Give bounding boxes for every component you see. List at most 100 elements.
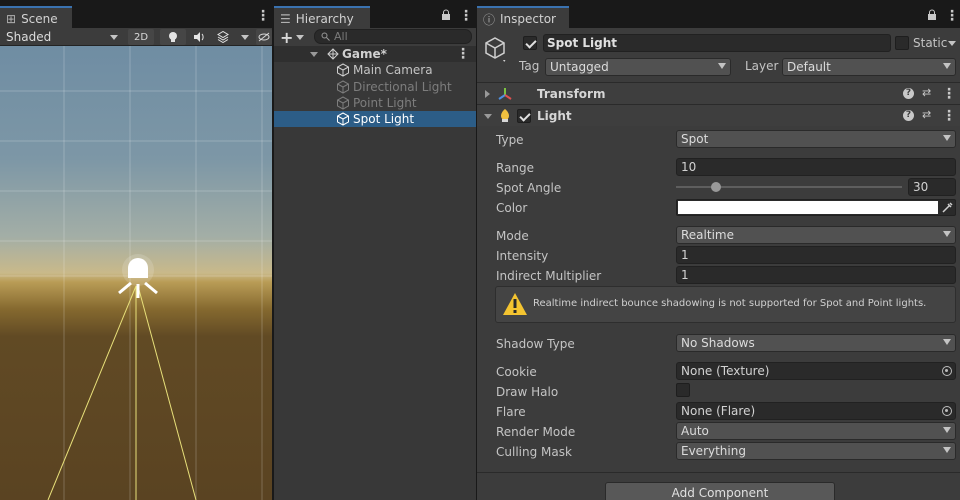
chevron-down-icon[interactable] <box>241 35 249 40</box>
spot-light-cone <box>47 285 197 500</box>
render-mode-label: Render Mode <box>496 425 576 439</box>
tag-label: Tag <box>519 59 540 73</box>
hierarchy-menu-icon[interactable]: ⋮ <box>459 9 473 23</box>
culling-mask-label: Culling Mask <box>496 445 572 459</box>
search-icon <box>321 32 330 41</box>
scene-toolbar: Shaded 2D <box>0 28 272 46</box>
hierarchy-panel: ☰ Hierarchy ⋮ + All Game* ⋮ Main Camera D… <box>274 0 476 500</box>
effects-toggle-button[interactable] <box>212 29 234 45</box>
slider-track <box>676 186 902 188</box>
inspector-menu-icon[interactable]: ⋮ <box>945 9 959 23</box>
render-mode-dropdown[interactable]: Auto <box>676 422 956 440</box>
search-placeholder: All <box>334 30 348 43</box>
shadow-type-value: No Shadows <box>681 336 755 350</box>
gameobject-cube-icon <box>337 112 349 126</box>
static-checkbox[interactable] <box>895 36 909 50</box>
hierarchy-item-label: Directional Light <box>353 80 452 94</box>
shadow-type-label: Shadow Type <box>496 337 575 351</box>
transform-component-header[interactable]: Transform ? ⇄ ⋮ <box>477 82 960 104</box>
hierarchy-search-input[interactable]: All <box>314 29 472 44</box>
lock-icon[interactable] <box>927 9 937 20</box>
presets-icon[interactable]: ⇄ <box>922 86 931 99</box>
object-name-field[interactable]: Spot Light <box>543 34 891 52</box>
chevron-down-icon[interactable] <box>948 41 956 46</box>
flare-object-field[interactable]: None (Flare) <box>676 402 956 420</box>
audio-toggle-button[interactable] <box>188 29 210 45</box>
light-component-header[interactable]: Light ? ⇄ ⋮ <box>477 104 960 126</box>
gameobject-cube-icon[interactable] <box>483 36 507 62</box>
mode-dropdown[interactable]: Realtime <box>676 226 956 244</box>
culling-mask-value: Everything <box>681 444 746 458</box>
object-active-checkbox[interactable] <box>523 36 537 50</box>
object-picker-icon[interactable] <box>942 406 952 416</box>
tag-dropdown[interactable]: Untagged <box>545 58 731 76</box>
shadow-type-dropdown[interactable]: No Shadows <box>676 334 956 352</box>
chevron-down-icon <box>943 339 951 345</box>
shading-mode-dropdown[interactable]: Shaded <box>6 28 118 46</box>
static-label[interactable]: Static <box>913 36 947 50</box>
hierarchy-item[interactable]: Point Light <box>274 95 476 111</box>
gameobject-cube-icon <box>337 96 349 110</box>
lighting-toggle-button[interactable] <box>160 29 186 45</box>
spot-angle-field[interactable]: 30 <box>908 178 956 196</box>
mode-value: Realtime <box>681 228 734 242</box>
hierarchy-item[interactable]: Main Camera <box>274 62 476 78</box>
range-field[interactable]: 10 <box>676 158 956 176</box>
color-swatch[interactable] <box>678 201 938 214</box>
light-type-dropdown[interactable]: Spot <box>676 130 956 148</box>
chevron-down-icon <box>718 63 726 69</box>
flare-label: Flare <box>496 405 526 419</box>
expand-arrow-icon[interactable] <box>310 51 318 57</box>
add-component-button[interactable]: Add Component <box>605 482 835 500</box>
collapse-arrow-icon[interactable] <box>484 114 492 119</box>
spot-angle-slider[interactable] <box>676 178 904 196</box>
scene-name: Game* <box>342 47 387 61</box>
scene-row-menu-icon[interactable]: ⋮ <box>456 47 470 61</box>
create-dropdown[interactable]: + <box>280 28 305 47</box>
spot-light-gizmo[interactable] <box>118 254 158 298</box>
chevron-down-icon <box>943 427 951 433</box>
draw-halo-checkbox[interactable] <box>676 383 690 397</box>
tag-value: Untagged <box>550 60 609 74</box>
layer-dropdown[interactable]: Default <box>782 58 956 76</box>
indirect-multiplier-field[interactable]: 1 <box>676 266 956 284</box>
inspector-body: Spot Light Static Tag Untagged Layer Def… <box>477 28 960 500</box>
color-field[interactable] <box>676 199 956 216</box>
intensity-field[interactable]: 1 <box>676 246 956 264</box>
speaker-icon <box>194 32 204 42</box>
help-icon[interactable]: ? <box>903 110 914 121</box>
hierarchy-item[interactable]: Directional Light <box>274 79 476 95</box>
tab-hierarchy[interactable]: ☰ Hierarchy <box>274 6 370 28</box>
tab-scene[interactable]: ⊞ Scene <box>0 6 72 28</box>
slider-thumb[interactable] <box>711 182 721 192</box>
culling-mask-dropdown[interactable]: Everything <box>676 442 956 460</box>
help-icon[interactable]: ? <box>903 88 914 99</box>
cookie-object-field[interactable]: None (Texture) <box>676 362 956 380</box>
toggle-2d-button[interactable]: 2D <box>128 29 154 45</box>
cookie-label: Cookie <box>496 365 537 379</box>
hierarchy-item-label: Point Light <box>353 96 417 110</box>
divider <box>477 472 960 473</box>
expand-arrow-icon[interactable] <box>485 90 490 98</box>
eyedropper-icon[interactable] <box>941 201 954 214</box>
light-enabled-checkbox[interactable] <box>517 109 531 123</box>
scene-menu-icon[interactable]: ⋮ <box>256 9 270 23</box>
hierarchy-item-label: Spot Light <box>353 112 415 126</box>
component-menu-icon[interactable]: ⋮ <box>942 87 956 101</box>
transform-title: Transform <box>537 87 606 101</box>
scene-root-row[interactable]: Game* ⋮ <box>274 46 476 62</box>
hierarchy-item[interactable]: Spot Light <box>274 111 476 127</box>
component-menu-icon[interactable]: ⋮ <box>942 109 956 123</box>
layer-value: Default <box>787 60 831 74</box>
color-label: Color <box>496 201 528 215</box>
intensity-label: Intensity <box>496 249 549 263</box>
shading-mode-label: Shaded <box>6 30 52 44</box>
lock-icon[interactable] <box>441 9 451 20</box>
presets-icon[interactable]: ⇄ <box>922 108 931 121</box>
object-picker-icon[interactable] <box>942 366 952 376</box>
hidden-objects-toggle[interactable] <box>256 29 272 45</box>
hierarchy-toolbar: + All <box>274 28 476 47</box>
tab-inspector[interactable]: ⓘ Inspector <box>477 6 569 28</box>
warning-helpbox: Realtime indirect bounce shadowing is no… <box>495 286 956 323</box>
scene-viewport[interactable] <box>0 46 272 500</box>
